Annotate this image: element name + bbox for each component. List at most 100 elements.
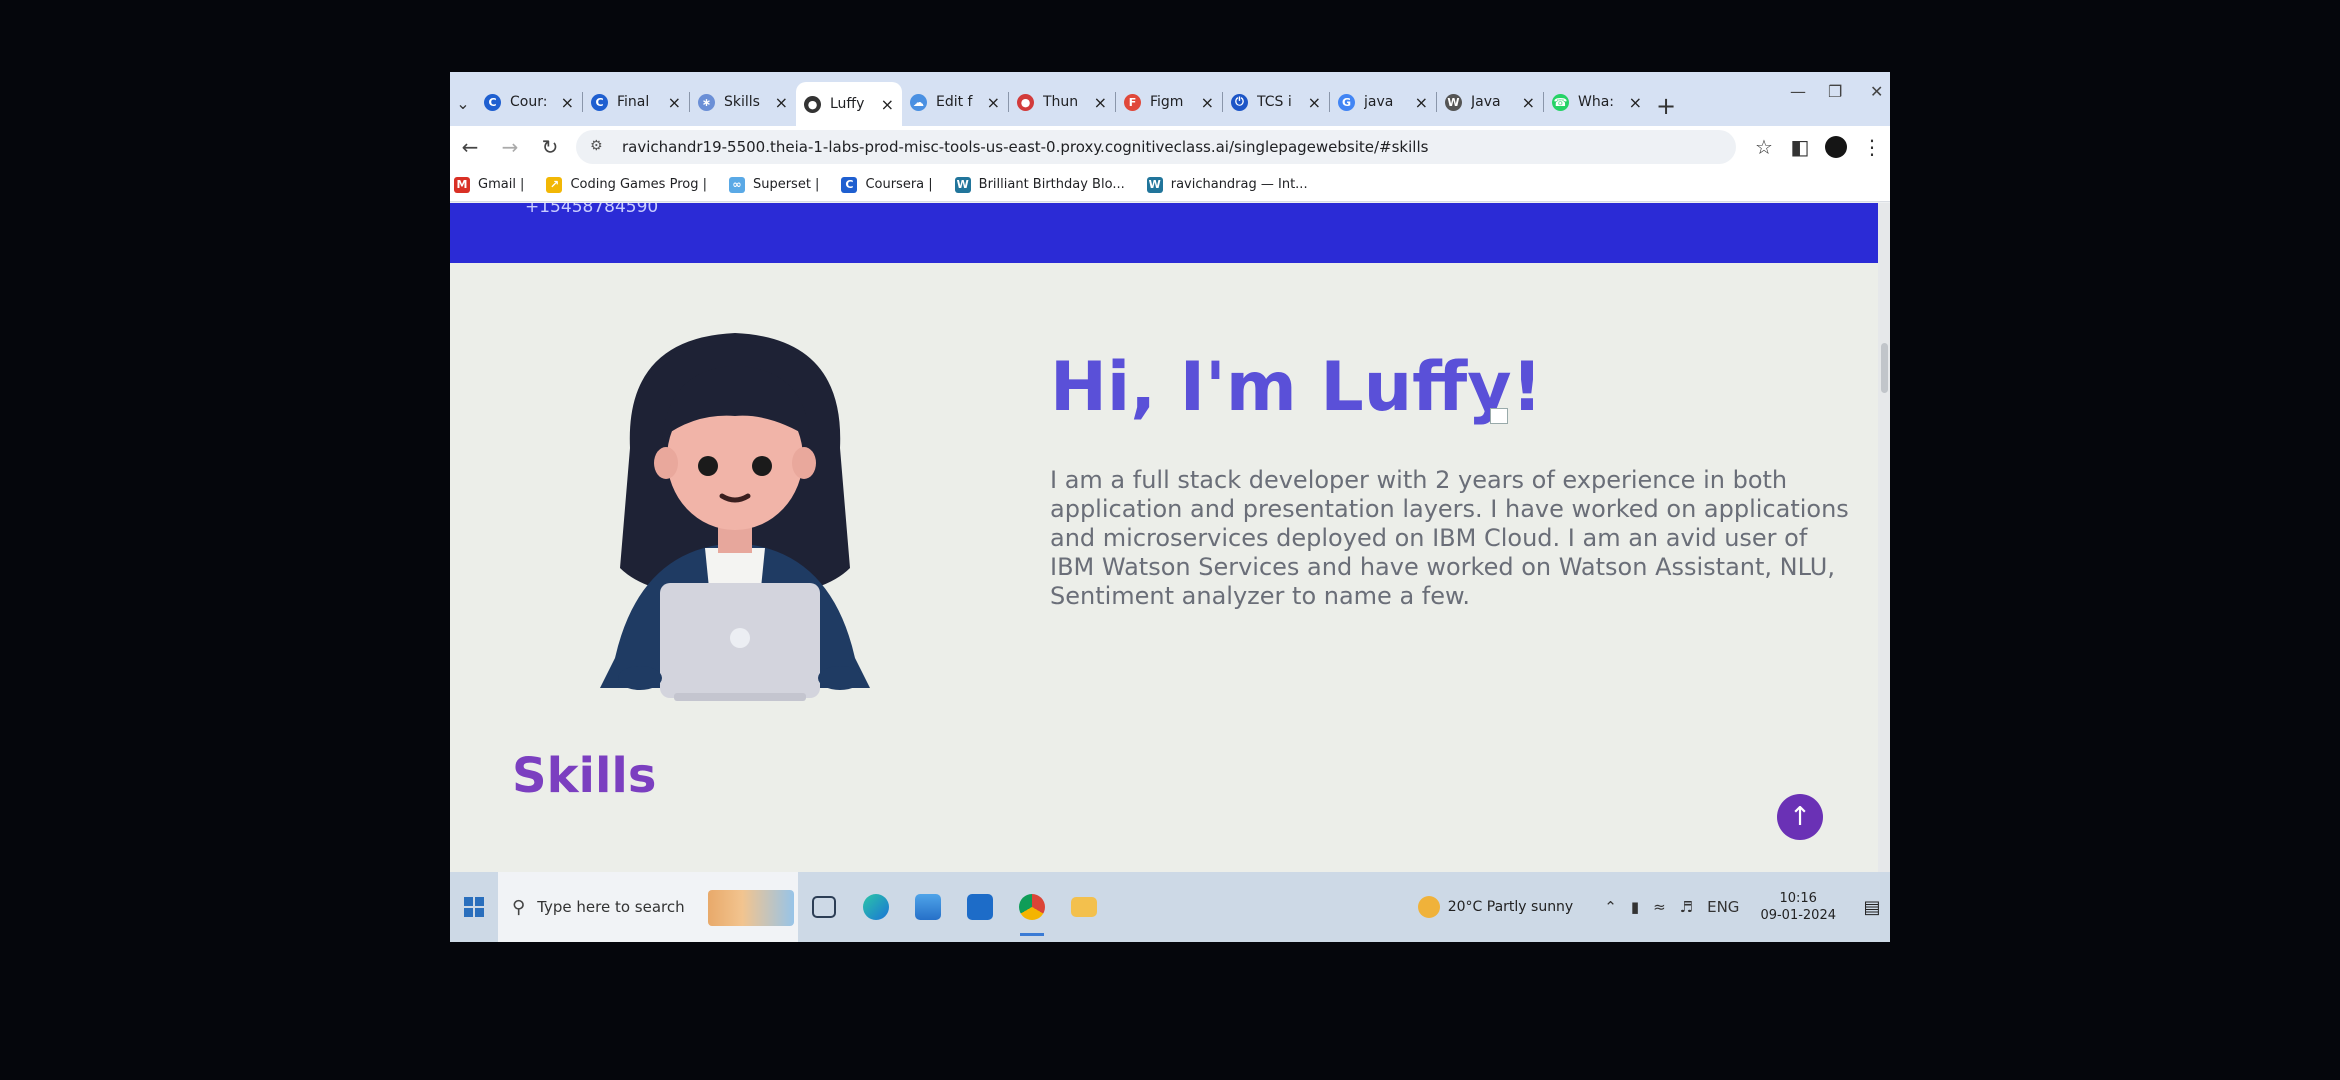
close-tab-icon[interactable]: × — [668, 93, 681, 112]
page-header-bar: +15458784590 — [450, 203, 1890, 263]
reload-icon[interactable]: ↻ — [530, 127, 570, 167]
bookmark-item[interactable]: W Brilliant Birthday Blo... — [954, 176, 1125, 193]
bookmark-item[interactable]: M Gmail | — [454, 176, 525, 193]
bookmark-item[interactable]: C Coursera | — [841, 176, 933, 193]
store-icon[interactable] — [902, 872, 954, 942]
bookmark-star-icon[interactable]: ☆ — [1746, 129, 1782, 165]
volume-icon[interactable]: ♬ — [1680, 898, 1693, 916]
tab-java[interactable]: W Java × — [1437, 82, 1543, 122]
tab-title: Skills — [724, 94, 760, 110]
tab-wha[interactable]: ☎ Wha: × — [1544, 82, 1650, 122]
menu-kebab-icon[interactable]: ⋮ — [1854, 129, 1890, 165]
tab-figm[interactable]: F Figm × — [1116, 82, 1222, 122]
tab-java[interactable]: Gjava × — [1330, 82, 1436, 122]
bookmark-label: Coding Games Prog | — [570, 177, 707, 192]
tab-skills[interactable]: ∗ Skills × — [690, 82, 796, 122]
wikipedia-icon: W — [1445, 93, 1462, 111]
avatar-illustration — [600, 333, 870, 701]
site-info-icon[interactable]: ⚙ — [590, 138, 608, 156]
bio-paragraph: I am a full stack developer with 2 years… — [1050, 466, 1849, 610]
tab-tcs-i[interactable]: ⏻ TCS i × — [1223, 82, 1329, 122]
notification-center-icon[interactable]: ▤ — [1854, 872, 1890, 942]
bookmark-label: ravichandrag — Int... — [1170, 177, 1308, 192]
tab-edit-f[interactable]: ☁ Edit f × — [902, 82, 1008, 122]
tab-title: Figm — [1150, 94, 1184, 110]
google-icon: G — [1338, 93, 1355, 111]
tabs-container: C Cour: × C Final × ∗ Skills × ● Luffy × ☁ Edit f × ● Th… — [476, 82, 1650, 126]
tab-final[interactable]: C Final × — [583, 82, 689, 122]
close-tab-icon[interactable]: × — [881, 95, 894, 114]
weather-text: 20°C Partly sunny — [1447, 899, 1574, 915]
tab-title: Edit f — [936, 94, 973, 110]
taskbar-search[interactable]: ⚲ Type here to search — [498, 872, 798, 942]
minimize-icon[interactable]: — — [1790, 82, 1806, 101]
bookmark-item[interactable]: ↗ Coding Games Prog | — [546, 176, 707, 193]
wordpress-icon: W — [1146, 176, 1163, 193]
bookmark-item[interactable]: ∞ Superset | — [728, 176, 820, 193]
restore-icon[interactable]: ❐ — [1828, 82, 1842, 101]
address-bar[interactable]: ⚙ ravichandr19-5500.theia-1-labs-prod-mi… — [576, 130, 1736, 164]
battery-icon[interactable]: ▮ — [1631, 898, 1639, 916]
search-icon: ⚲ — [512, 896, 526, 918]
bookmark-label: Superset | — [752, 177, 820, 192]
tab-thun[interactable]: ● Thun × — [1009, 82, 1115, 122]
file-explorer-icon[interactable] — [1058, 872, 1110, 942]
close-tab-icon[interactable]: × — [987, 93, 1000, 112]
page-viewport: +15458784590 Hi, I'm Luffy! I am a full … — [450, 203, 1890, 872]
scrollbar-thumb[interactable] — [1881, 343, 1888, 393]
partly-sunny-icon — [1417, 896, 1440, 918]
clock-date: 09-01-2024 — [1760, 908, 1836, 923]
task-view-icon[interactable] — [798, 872, 850, 942]
weather-widget[interactable]: 20°C Partly sunny — [1417, 896, 1574, 918]
scroll-to-top-button[interactable]: ↑ — [1777, 794, 1823, 840]
tab-title: Wha: — [1578, 94, 1615, 110]
chrome-icon[interactable] — [1006, 872, 1058, 942]
globe-icon: ∗ — [698, 93, 715, 111]
clock-time: 10:16 — [1779, 891, 1817, 906]
tab-search-chevron-icon[interactable]: ⌄ — [450, 80, 476, 126]
tab-title: Thun — [1043, 94, 1079, 110]
tab-cour[interactable]: C Cour: × — [476, 82, 582, 122]
phone-number[interactable]: +15458784590 — [525, 203, 658, 217]
back-arrow-icon[interactable]: ← — [450, 127, 490, 167]
edge-icon[interactable] — [850, 872, 902, 942]
bookmark-label: Coursera | — [865, 177, 933, 192]
close-window-icon[interactable]: ✕ — [1870, 82, 1883, 101]
start-button[interactable] — [450, 872, 498, 942]
close-tab-icon[interactable]: × — [1522, 93, 1535, 112]
url-text: ravichandr19-5500.theia-1-labs-prod-misc… — [622, 138, 1429, 156]
tab-title: Luffy — [830, 96, 865, 112]
system-tray: 20°C Partly sunny ⌃ ▮ ≈ ♬ ENG 10:16 09-0… — [1417, 872, 1890, 942]
cloud-icon: ☁ — [910, 93, 927, 111]
bookmark-label: Gmail | — [478, 177, 525, 192]
hero-avatar-illustration — [570, 298, 900, 718]
page-scrollbar[interactable] — [1878, 203, 1890, 872]
close-tab-icon[interactable]: × — [1308, 93, 1321, 112]
tab-title: Final — [617, 94, 650, 110]
forward-arrow-icon[interactable]: → — [490, 127, 530, 167]
clock[interactable]: 10:16 09-01-2024 — [1760, 890, 1836, 924]
windows-taskbar: ⚲ Type here to search 20°C Partly sunny — [450, 872, 1890, 942]
tab-luffy[interactable]: ● Luffy × — [796, 82, 902, 126]
search-highlight-image[interactable] — [708, 890, 794, 926]
close-tab-icon[interactable]: × — [561, 93, 574, 112]
hero-title: Hi, I'm Luffy! — [1050, 348, 1543, 427]
bookmark-item[interactable]: Wravichandrag — Int... — [1146, 176, 1308, 193]
close-tab-icon[interactable]: × — [1201, 93, 1214, 112]
close-tab-icon[interactable]: × — [775, 93, 788, 112]
language-indicator[interactable]: ENG — [1707, 898, 1739, 916]
profile-avatar[interactable] — [1818, 129, 1854, 165]
close-tab-icon[interactable]: × — [1415, 93, 1428, 112]
broken-image-icon — [1490, 408, 1508, 424]
mail-icon[interactable] — [954, 872, 1006, 942]
side-panel-icon[interactable]: ◧ — [1782, 129, 1818, 165]
close-tab-icon[interactable]: × — [1094, 93, 1107, 112]
close-tab-icon[interactable]: × — [1629, 93, 1642, 112]
arrow-up-icon: ↑ — [1789, 802, 1811, 832]
new-tab-button[interactable]: + — [1650, 86, 1682, 126]
gmail-icon: M — [454, 176, 470, 193]
wifi-icon[interactable]: ≈ — [1653, 898, 1666, 916]
show-hidden-icons-chevron-icon[interactable]: ⌃ — [1604, 898, 1617, 916]
tab-title: Cour: — [510, 94, 548, 110]
search-placeholder: Type here to search — [537, 898, 685, 916]
